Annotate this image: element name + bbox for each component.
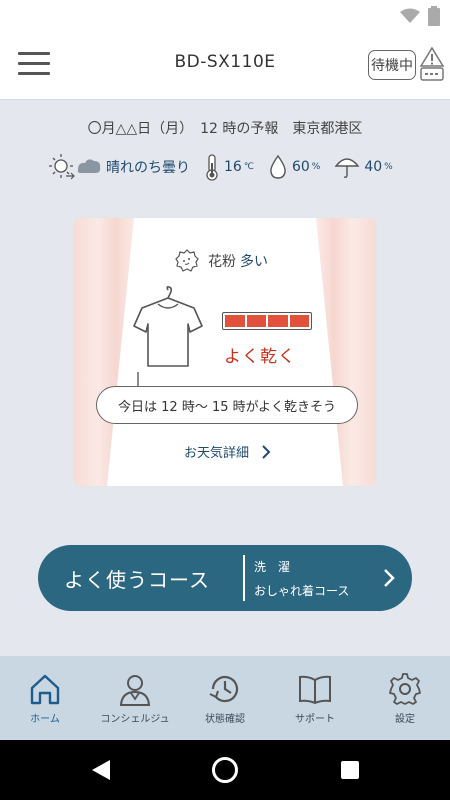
nav-home[interactable]: ホーム <box>0 656 90 740</box>
temperature-value: 16 <box>224 159 242 175</box>
rain-chance-unit: % <box>384 162 393 172</box>
nav-status-label: 状態確認 <box>205 714 245 725</box>
temperature-unit: ℃ <box>243 162 254 172</box>
curtain-right <box>316 218 376 486</box>
drying-level-segment <box>225 315 245 327</box>
humidity-value: 60 <box>291 159 310 175</box>
weather-condition: 晴れのち曇り <box>48 152 190 182</box>
nav-support-label: サポート <box>295 714 335 725</box>
nav-home-label: ホーム <box>30 714 60 725</box>
drying-level-segment <box>246 315 266 327</box>
battery-icon <box>428 6 440 26</box>
drying-status-text: よく乾く <box>224 347 296 367</box>
back-icon[interactable] <box>90 758 112 782</box>
rain-chance-value: 40 <box>364 159 383 175</box>
bottom-navigation: ホーム コンシェルジュ 状態確認 サポート 設定 <box>0 656 450 740</box>
rain-chance: 40 % <box>334 154 393 180</box>
nav-status[interactable]: 状態確認 <box>180 656 270 740</box>
nav-concierge[interactable]: コンシェルジュ <box>90 656 180 740</box>
nav-settings-label: 設定 <box>395 714 415 725</box>
chevron-right-icon <box>384 569 395 587</box>
status-clock-icon <box>209 675 239 703</box>
nav-support[interactable]: サポート <box>270 656 360 740</box>
humidity-unit: % <box>311 162 321 172</box>
home-icon <box>30 674 60 705</box>
gear-icon <box>389 673 421 705</box>
drying-level-segment <box>268 315 288 327</box>
pollen-value: 多い <box>240 254 268 270</box>
umbrella-icon <box>334 158 360 178</box>
status-bar <box>0 0 450 32</box>
shirt-icon <box>133 286 203 367</box>
forecast-heading: 〇月△△日（月） 12 時の予報 東京都港区 <box>87 121 363 137</box>
concierge-icon <box>119 675 151 706</box>
laundry-forecast-card: 花粉 多い よく乾く 今日は 12 時〜 15 時がよく乾きそう お天気詳細 <box>74 218 376 486</box>
curtain-left <box>74 218 134 486</box>
weather-detail-label: お天気詳細 <box>184 446 250 461</box>
home-button-icon[interactable] <box>212 757 238 783</box>
sun-cloud-icon <box>49 154 101 180</box>
wifi-icon <box>400 8 420 23</box>
book-icon <box>299 675 331 705</box>
chevron-right-icon <box>262 444 271 459</box>
weather-detail-link[interactable]: お天気詳細 <box>184 442 271 461</box>
nav-concierge-label: コンシェルジュ <box>100 714 170 725</box>
favorite-course-label: よく使うコース <box>64 568 210 592</box>
pollen-label: 花粉 <box>208 254 236 270</box>
standby-status-button[interactable]: 待機中 <box>368 50 416 80</box>
drying-level-bar <box>222 312 312 330</box>
weather-condition-text: 晴れのち曇り <box>106 160 190 176</box>
drying-advice-bubble: 今日は 12 時〜 15 時がよく乾きそう <box>96 386 358 424</box>
drying-level-segment <box>289 315 309 327</box>
app-bar: BD-SX110E 待機中 <box>0 32 450 100</box>
system-navigation-bar <box>0 740 450 800</box>
thermometer-icon <box>206 154 218 181</box>
humidity: 60 % <box>268 154 320 180</box>
weather-summary: 晴れのち曇り 16 ℃ 60 % 40 % <box>48 150 407 184</box>
recent-apps-icon[interactable] <box>341 761 359 779</box>
course-divider <box>243 555 245 601</box>
warning-icon[interactable] <box>418 46 446 82</box>
pollen-info: 花粉 多い <box>174 248 268 274</box>
course-name: おしゃれ着コース <box>254 584 350 598</box>
favorite-course-button[interactable]: よく使うコース 洗 濯 おしゃれ着コース <box>38 545 412 611</box>
temperature: 16 ℃ <box>204 153 254 181</box>
course-category: 洗 濯 <box>254 560 291 574</box>
nav-settings[interactable]: 設定 <box>360 656 450 740</box>
water-drop-icon <box>270 154 286 179</box>
pollen-icon <box>175 249 199 272</box>
